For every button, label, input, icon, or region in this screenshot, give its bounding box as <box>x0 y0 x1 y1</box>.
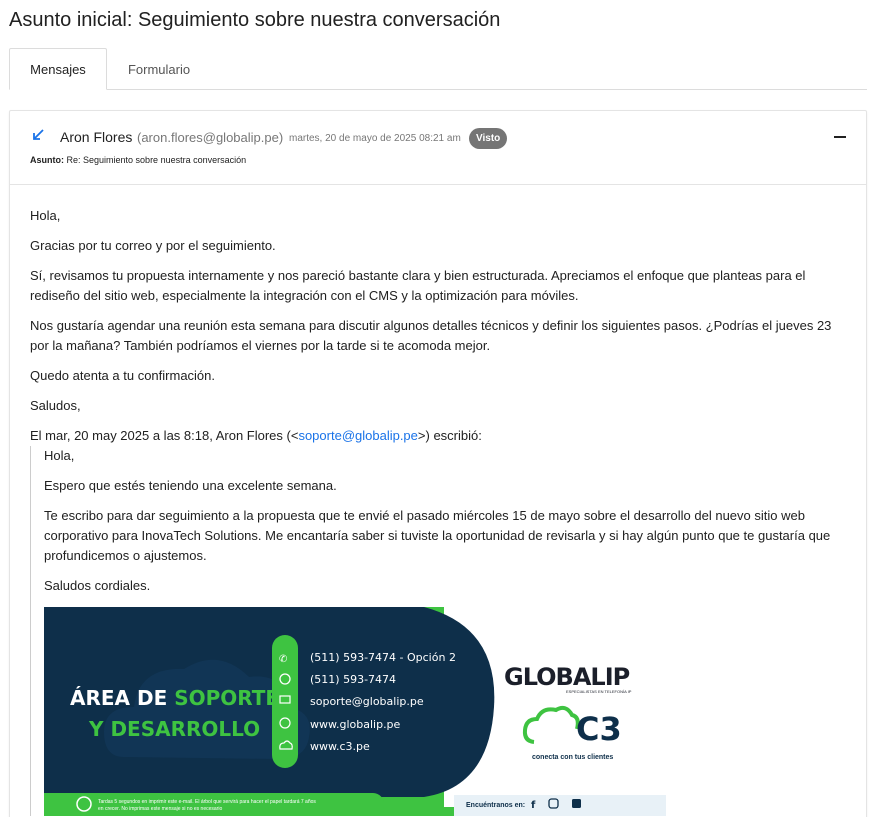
reply-paragraph: Quedo atenta a tu confirmación. <box>30 368 216 383</box>
message-date: martes, 20 de mayo de 2025 08:21 am <box>289 133 461 144</box>
contact-web-2: www.c3.pe <box>310 740 370 753</box>
message-card: Aron Flores (aron.flores@globalip.pe) ma… <box>9 110 867 817</box>
c3-tagline: conecta con tus clientes <box>532 754 613 761</box>
subject-text: Re: Seguimiento sobre nuestra conversaci… <box>66 155 247 165</box>
eco-note: en crecer. No imprimas este mensaje si n… <box>98 806 222 812</box>
c3-logo: C3 <box>576 710 622 748</box>
arrow-down-left-icon <box>33 129 44 140</box>
eco-note: Tardas 5 segundos en imprimir este e-mai… <box>98 799 316 805</box>
svg-text:ÁREA DE SOPORTE: ÁREA DE SOPORTE <box>70 686 279 710</box>
quoted-closing: Saludos cordiales. <box>44 578 151 593</box>
quote-intro: El mar, 20 may 2025 a las 8:18, Aron Flo… <box>30 426 842 446</box>
status-badge: Visto <box>469 128 508 149</box>
quote-intro-text: >) escribió: <box>417 428 482 443</box>
quoted-paragraph: Espero que estés teniendo una excelente … <box>44 478 337 493</box>
quoted-message: Hola, Espero que estés teniendo una exce… <box>30 446 842 816</box>
reply-paragraph: Nos gustaría agendar una reunión esta se… <box>30 318 832 353</box>
sender-name: Aron Flores <box>60 129 133 145</box>
quote-email-link[interactable]: soporte@globalip.pe <box>298 428 417 443</box>
email-signature-banner: Tardas 5 segundos en imprimir este e-mai… <box>44 607 666 816</box>
globalip-tagline: ESPECIALISTAS EN TELEFONÍA IP <box>566 689 632 694</box>
contact-phone-2: (511) 593-7474 <box>310 673 396 686</box>
reply-paragraph: Gracias por tu correo y por el seguimien… <box>30 238 276 253</box>
minus-icon[interactable] <box>834 126 848 146</box>
quote-intro-text: El mar, 20 may 2025 a las 8:18, Aron Flo… <box>30 428 299 443</box>
reply-closing: Saludos, <box>30 398 81 413</box>
signature-title-2: SOPORTE <box>174 686 279 710</box>
tab-bar: Mensajes Formulario <box>9 48 867 90</box>
tab-formulario[interactable]: Formulario <box>109 48 209 90</box>
contact-email: soporte@globalip.pe <box>310 695 424 708</box>
message-body: Hola, Gracias por tu correo y por el seg… <box>30 206 842 816</box>
linkedin-icon[interactable] <box>572 799 581 808</box>
contact-phone-1: (511) 593-7474 - Opción 2 <box>310 651 456 664</box>
contact-web-1: www.globalip.pe <box>310 718 401 731</box>
page-title: Asunto inicial: Seguimiento sobre nuestr… <box>9 9 501 31</box>
signature-title-1: ÁREA DE <box>70 686 174 710</box>
reply-paragraph: Sí, revisamos tu propuesta internamente … <box>30 268 806 303</box>
quoted-paragraph: Te escribo para dar seguimiento a la pro… <box>44 508 831 563</box>
globalip-logo: GLOBALIP <box>504 663 630 691</box>
message-header[interactable]: Aron Flores (aron.flores@globalip.pe) ma… <box>10 111 866 185</box>
facebook-icon[interactable]: f <box>531 800 536 811</box>
subject-label: Asunto: <box>30 155 64 165</box>
phone-icon: ✆ <box>279 654 287 665</box>
sender-email: (aron.flores@globalip.pe) <box>137 130 284 145</box>
quoted-greeting: Hola, <box>44 448 75 463</box>
reply-greeting: Hola, <box>30 208 61 223</box>
tab-mensajes[interactable]: Mensajes <box>9 48 107 90</box>
signature-title-3: Y DESARROLLO <box>88 717 260 741</box>
message-subject: Asunto: Re: Seguimiento sobre nuestra co… <box>30 155 246 165</box>
social-label: Encuéntranos en: <box>466 802 525 809</box>
